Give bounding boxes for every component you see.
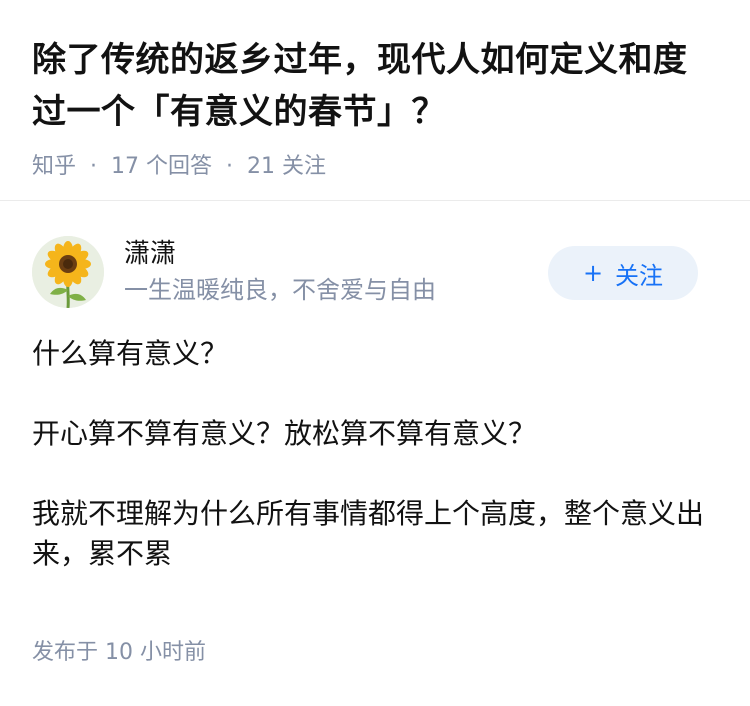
author-info: 潇潇 一生温暖纯良，不舍爱与自由 — [124, 236, 436, 308]
meta-separator: · — [90, 154, 98, 179]
answers-count[interactable]: 17 个回答 — [111, 152, 212, 182]
author-name[interactable]: 潇潇 — [124, 236, 436, 272]
meta-separator: · — [226, 154, 234, 179]
author-bio: 一生温暖纯良，不舍爱与自由 — [124, 276, 436, 304]
answer-card: 潇潇 一生温暖纯良，不舍爱与自由 + 关注 什么算有意义？ 开心算不算有意义？放… — [32, 236, 720, 574]
question-meta: 知乎 · 17 个回答 · 21 关注 — [32, 152, 720, 182]
avatar[interactable] — [32, 236, 104, 308]
follow-button-label: 关注 — [615, 261, 664, 290]
plus-icon: + — [582, 259, 604, 287]
question-title[interactable]: 除了传统的返乡过年，现代人如何定义和度过一个「有意义的春节」？ — [32, 34, 720, 138]
source-label[interactable]: 知乎 — [32, 152, 76, 182]
published-time: 发布于 10 小时前 — [32, 640, 206, 665]
followers-count: 21 关注 — [247, 154, 327, 179]
sunflower-icon — [32, 236, 104, 308]
answer-paragraph: 我就不理解为什么所有事情都得上个高度，整个意义出来，累不累 — [32, 497, 705, 570]
answer-paragraph: 开心算不算有意义？放松算不算有意义？ — [32, 417, 537, 450]
author-row: 潇潇 一生温暖纯良，不舍爱与自由 + 关注 — [32, 236, 720, 308]
section-divider — [0, 200, 750, 201]
answer-content: 什么算有意义？ 开心算不算有意义？放松算不算有意义？ 我就不理解为什么所有事情都… — [32, 334, 720, 574]
follow-button[interactable]: + 关注 — [548, 246, 698, 300]
answer-paragraph: 什么算有意义？ — [32, 337, 229, 370]
question-header: 除了传统的返乡过年，现代人如何定义和度过一个「有意义的春节」？ 知乎 · 17 … — [0, 0, 750, 182]
